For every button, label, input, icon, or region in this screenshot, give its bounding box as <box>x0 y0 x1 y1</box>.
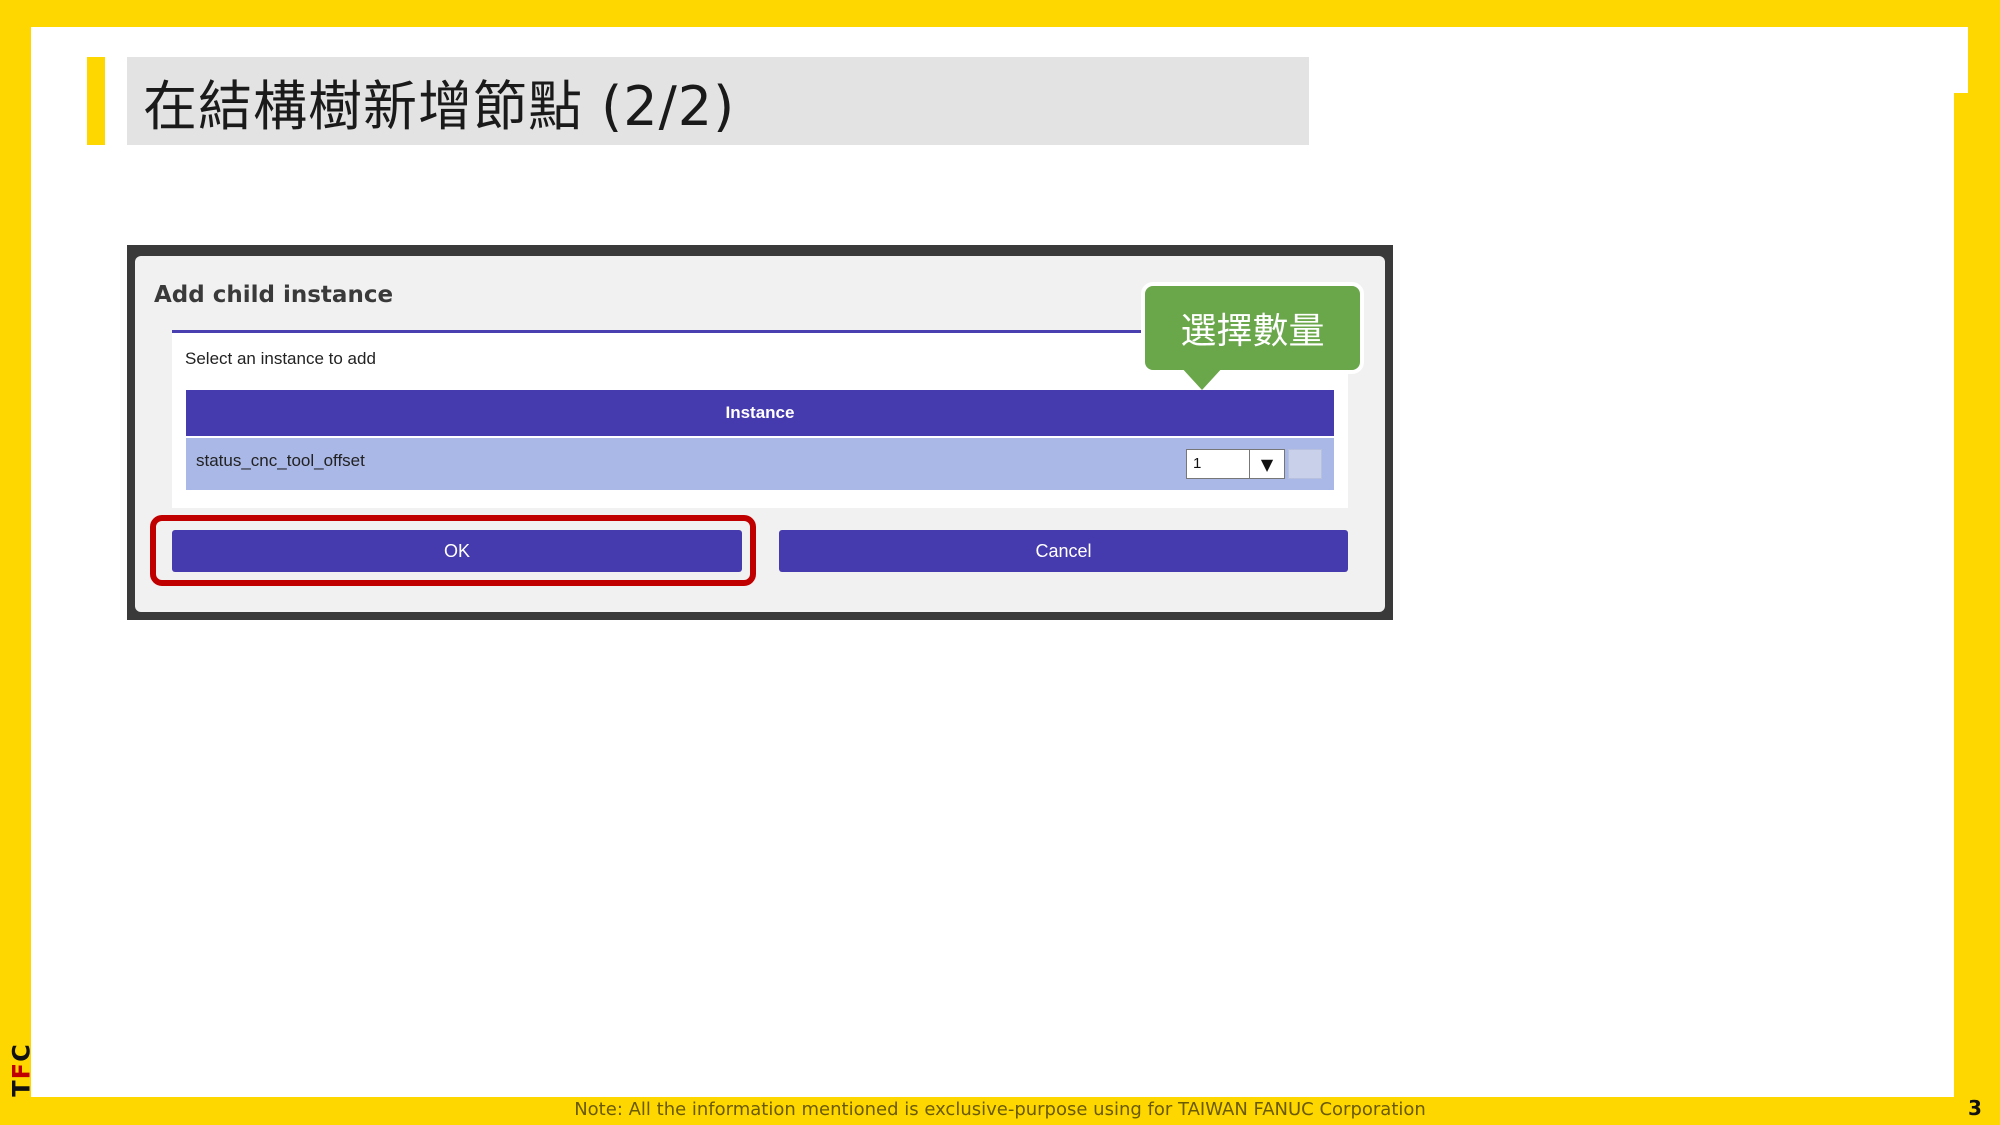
cancel-button[interactable]: Cancel <box>779 530 1348 572</box>
row-action-button[interactable] <box>1288 449 1322 479</box>
footer-note: Note: All the information mentioned is e… <box>574 1099 1426 1120</box>
dialog-title: Add child instance <box>154 282 394 308</box>
quantity-dropdown-button[interactable]: ▼ <box>1249 449 1285 479</box>
callout-pointer <box>1180 366 1224 390</box>
logo-letter-t: T <box>8 1079 36 1097</box>
logo-letter-f: F <box>8 1061 36 1080</box>
quantity-input[interactable]: 1 <box>1186 449 1250 479</box>
quantity-callout: 選擇數量 <box>1141 282 1364 374</box>
title-box: 在結構樹新增節點 (2/2) <box>127 57 1309 145</box>
right-border <box>1954 27 2000 1097</box>
instance-name: status_cnc_tool_offset <box>196 451 365 470</box>
right-border-top <box>1954 27 1968 93</box>
title-accent-bar <box>87 57 105 145</box>
table-header-instance: Instance <box>186 390 1334 436</box>
page-title: 在結構樹新增節點 (2/2) <box>143 74 736 138</box>
page-number: 3 <box>1968 1096 1982 1120</box>
tfc-logo: TFC <box>2 1040 42 1100</box>
panel-caption: Select an instance to add <box>185 349 376 368</box>
table-row[interactable]: status_cnc_tool_offset 1 ▼ <box>186 438 1334 490</box>
logo-letter-c: C <box>8 1043 36 1062</box>
chevron-down-icon: ▼ <box>1260 454 1274 474</box>
ok-highlight-annotation <box>150 515 756 586</box>
